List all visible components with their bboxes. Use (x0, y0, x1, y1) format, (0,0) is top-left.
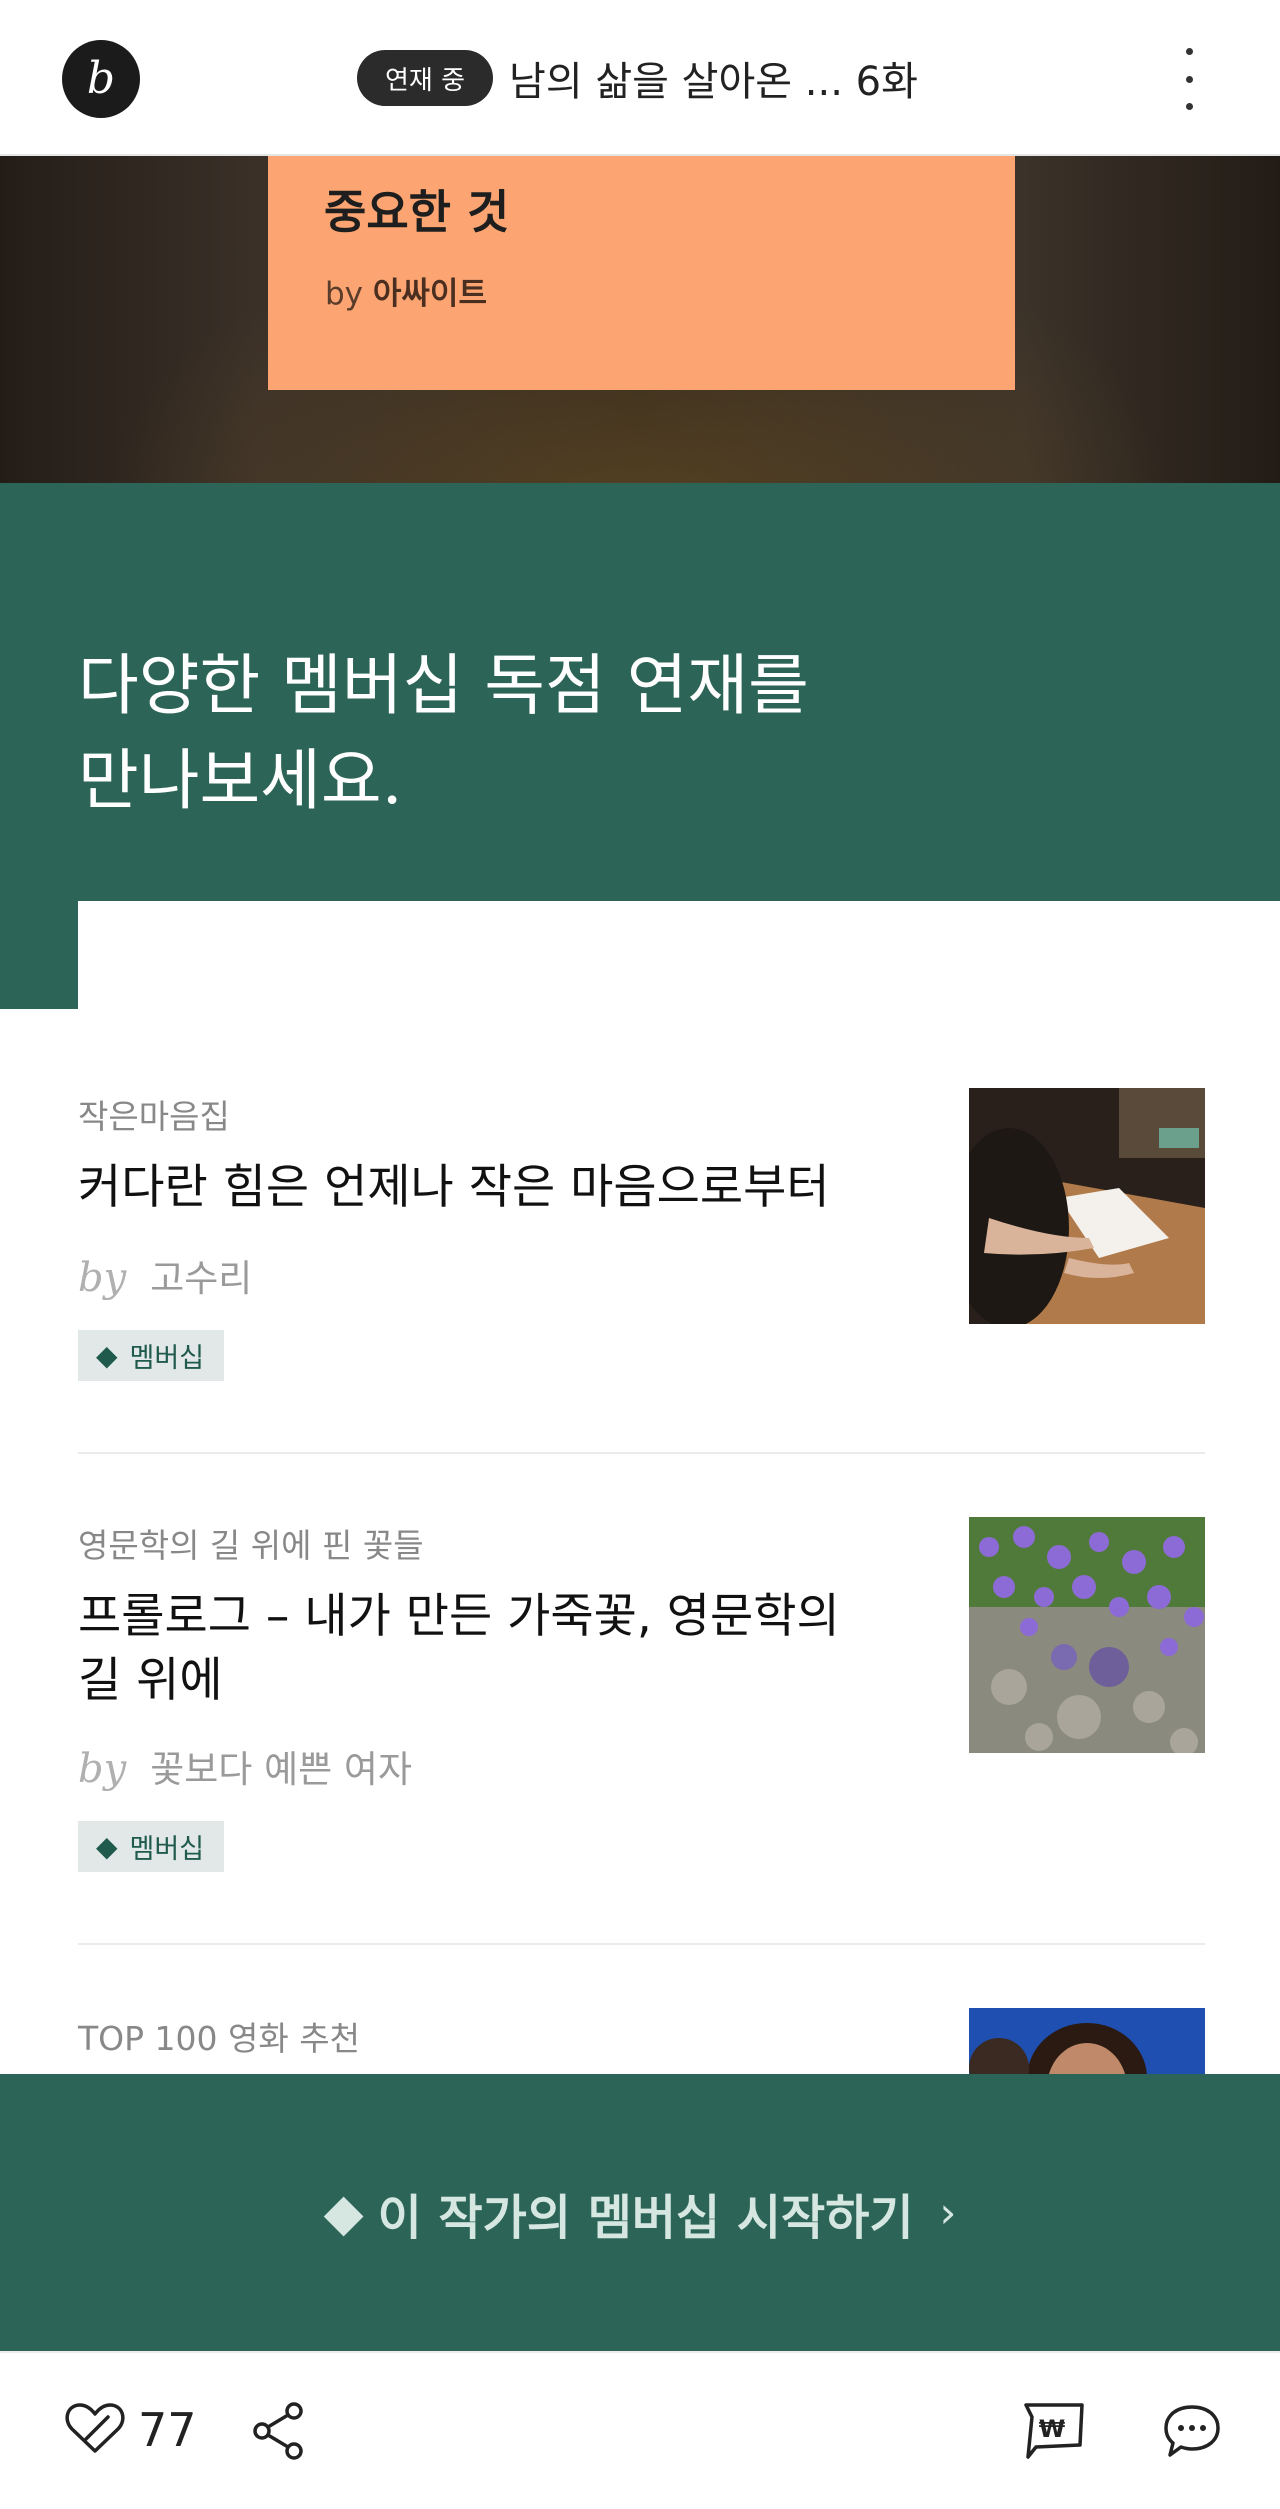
membership-section-accent (0, 901, 78, 1009)
like-count: 77 (138, 2403, 197, 2457)
more-vertical-icon[interactable] (1168, 48, 1210, 110)
like-button[interactable]: 77 (64, 2399, 197, 2461)
membership-badge-label: 멤버십 (129, 1343, 205, 1374)
membership-badge: ◆ 멤버십 (78, 1821, 225, 1872)
start-membership-label: 이 작가의 멤버십 시작하기 (377, 2189, 914, 2246)
banner-by-prefix: by (325, 276, 364, 312)
article-title: 프롤로그 – 내가 만든 가죽꽃, 영문학의 길 위에 (78, 1589, 840, 1708)
list-divider (78, 1452, 1205, 1454)
share-icon[interactable] (250, 2401, 306, 2465)
comment-icon[interactable] (1160, 2401, 1224, 2465)
serial-status-badge: 연재 중 (357, 50, 494, 106)
related-post-banner[interactable]: 중요한 것 by 아싸이트 (0, 156, 1280, 483)
pay-won-icon[interactable]: ₩ (1018, 2397, 1088, 2465)
logo-glyph: b (86, 53, 116, 104)
chevron-right-icon: › (939, 2188, 957, 2237)
list-divider (78, 1943, 1205, 1945)
diamond-icon: ◆ (96, 1830, 118, 1863)
start-membership-content: ◆ 이 작가의 멤버십 시작하기 › (324, 2178, 957, 2248)
article-thumbnail[interactable] (969, 2008, 1205, 2074)
membership-heading-line1: 다양한 멤버십 독점 연재를 (78, 647, 809, 724)
top-header: b 연재 중 남의 삶을 살아온 ... 6화 (0, 0, 1280, 156)
by-prefix: by (78, 1255, 127, 1301)
by-prefix: by (78, 1746, 127, 1792)
banner-title: 중요한 것 (324, 185, 510, 239)
membership-badge-label: 멤버십 (129, 1834, 205, 1865)
membership-heading-line2: 만나보세요. (78, 742, 403, 819)
diamond-icon: ◆ (96, 1339, 118, 1372)
membership-heading: 다양한 멤버십 독점 연재를 만나보세요. (78, 638, 809, 828)
brunch-logo-icon[interactable]: b (62, 40, 140, 118)
series-title-area[interactable]: 연재 중 남의 삶을 살아온 ... 6화 (357, 48, 918, 108)
article-author: 고수리 (150, 1257, 253, 1300)
article-thumbnail[interactable] (969, 1517, 1205, 1753)
membership-section: 다양한 멤버십 독점 연재를 만나보세요. (0, 483, 1280, 901)
heart-icon (64, 2399, 126, 2461)
membership-badge: ◆ 멤버십 (78, 1330, 225, 1381)
svg-text:₩: ₩ (1039, 2415, 1066, 2443)
banner-card[interactable]: 중요한 것 by 아싸이트 (268, 156, 1015, 390)
banner-byline: by 아싸이트 (325, 268, 487, 313)
series-title: 남의 삶을 살아온 ... 6화 (509, 59, 918, 105)
diamond-icon: ◆ (323, 2182, 364, 2243)
bottom-action-bar: 77 ₩ (0, 2351, 1280, 2509)
article-title: 커다란 힘은 언제나 작은 마음으로부터 (78, 1160, 830, 1215)
article-thumbnail[interactable] (969, 1088, 1205, 1324)
start-membership-button[interactable]: ◆ 이 작가의 멤버십 시작하기 › (0, 2074, 1280, 2351)
article-author: 꽃보다 예쁜 여자 (150, 1748, 413, 1791)
banner-author: 아싸이트 (372, 276, 487, 312)
